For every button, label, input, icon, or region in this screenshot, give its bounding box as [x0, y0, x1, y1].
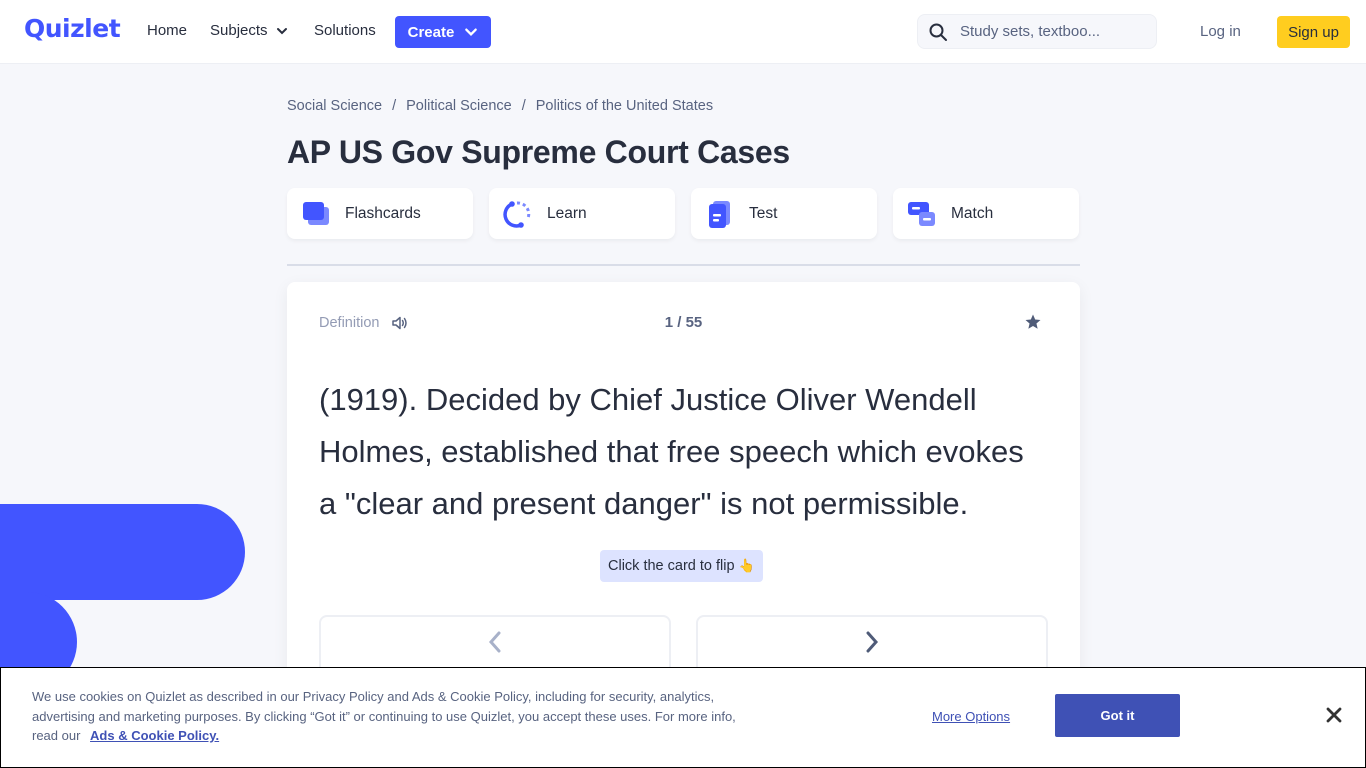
nav-subjects-dropdown[interactable]: Subjects	[210, 22, 288, 39]
mode-label: Match	[951, 204, 994, 222]
mode-label: Learn	[547, 204, 587, 222]
ads-cookie-policy-link[interactable]: Ads & Cookie Policy.	[90, 728, 219, 743]
got-it-button[interactable]: Got it	[1055, 694, 1180, 737]
mode-label: Test	[749, 204, 778, 222]
nav-solutions-link[interactable]: Solutions	[314, 22, 376, 39]
pointing-hand-icon: 👆	[738, 558, 755, 573]
learn-icon	[503, 199, 533, 229]
cookie-text-block: We use cookies on Quizlet as described i…	[32, 687, 742, 746]
breadcrumb: Social Science / Political Science / Pol…	[287, 98, 713, 114]
chevron-down-icon	[276, 27, 287, 34]
breadcrumb-separator: /	[521, 98, 526, 114]
mode-learn-button[interactable]: Learn	[489, 188, 675, 239]
flashcards-icon	[301, 199, 331, 229]
chevron-left-icon	[488, 631, 501, 653]
nav-home-link[interactable]: Home	[147, 22, 187, 39]
quizlet-logo[interactable]: Quizlet	[24, 14, 121, 43]
create-label: Create	[407, 23, 455, 41]
section-divider	[287, 264, 1080, 266]
nav-subjects-label: Subjects	[210, 22, 268, 39]
study-modes: Flashcards Learn Test Match	[287, 188, 1079, 239]
next-card-button[interactable]	[696, 615, 1048, 675]
search-box[interactable]	[917, 14, 1157, 49]
chevron-right-icon	[866, 631, 879, 653]
flashcard[interactable]: Definition 1 / 55 (1919). Decided by Chi…	[287, 282, 1080, 702]
mode-flashcards-button[interactable]: Flashcards	[287, 188, 473, 239]
mode-label: Flashcards	[345, 204, 421, 222]
more-options-link[interactable]: More Options	[932, 709, 1010, 724]
card-counter: 1 / 55	[664, 314, 703, 331]
login-link[interactable]: Log in	[1200, 23, 1241, 40]
cookie-banner: We use cookies on Quizlet as described i…	[0, 667, 1366, 768]
signup-button[interactable]: Sign up	[1277, 16, 1350, 48]
decorative-shape	[0, 504, 245, 600]
card-definition-text: (1919). Decided by Chief Justice Oliver …	[319, 382, 1024, 521]
flip-hint: Click the card to flip 👆	[600, 550, 763, 582]
page-title: AP US Gov Supreme Court Cases	[287, 134, 790, 170]
mode-test-button[interactable]: Test	[691, 188, 877, 239]
match-icon	[907, 199, 937, 229]
breadcrumb-political-science[interactable]: Political Science	[406, 98, 512, 114]
mode-match-button[interactable]: Match	[893, 188, 1079, 239]
flip-hint-label: Click the card to flip	[608, 558, 735, 574]
breadcrumb-separator: /	[392, 98, 397, 114]
breadcrumb-social-science[interactable]: Social Science	[287, 98, 382, 114]
chevron-down-icon	[465, 28, 478, 36]
search-icon	[929, 23, 947, 41]
breadcrumb-politics-us[interactable]: Politics of the United States	[536, 98, 713, 114]
top-nav-bar: Quizlet Home Subjects Solutions Create L…	[0, 0, 1366, 64]
close-icon[interactable]	[1325, 706, 1343, 724]
search-input[interactable]	[960, 23, 1140, 40]
create-button[interactable]: Create	[395, 16, 491, 48]
test-icon	[705, 199, 735, 229]
star-icon[interactable]	[1024, 313, 1042, 331]
previous-card-button[interactable]	[319, 615, 671, 675]
